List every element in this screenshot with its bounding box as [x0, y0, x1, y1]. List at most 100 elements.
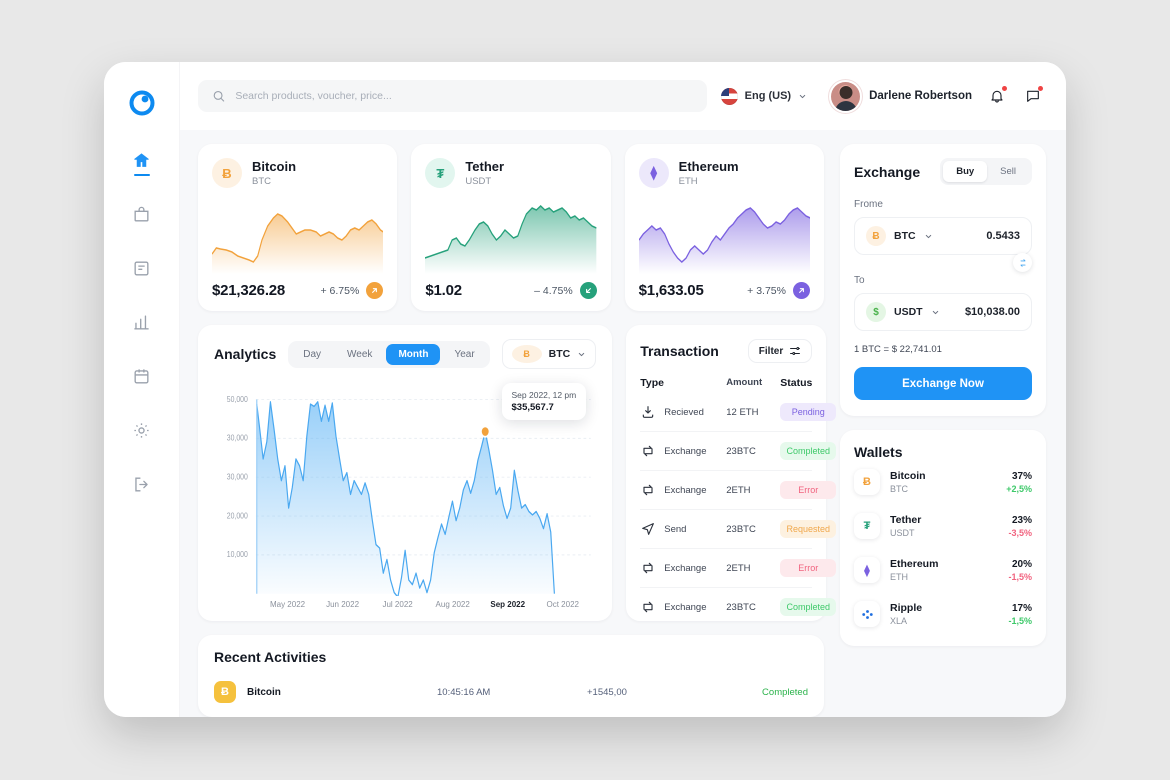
swap-row [854, 253, 1032, 272]
x-tick: Aug 2022 [435, 600, 470, 609]
analytics-chart[interactable]: 50,000 30,000 30,000 20,000 10,000 Sep 2… [214, 379, 596, 596]
tx-amount: 23BTC [726, 445, 756, 457]
crypto-card-header: Ƀ Bitcoin BTC [212, 158, 383, 188]
analytics-coin-dropdown[interactable]: Ƀ BTC [501, 339, 597, 369]
status-badge: Completed [780, 598, 837, 616]
tether-icon: ₮ [854, 513, 880, 539]
svg-text:50,000: 50,000 [227, 394, 249, 404]
table-row[interactable]: Exchange 2ETH Error [640, 470, 837, 509]
to-currency: USDT [894, 306, 923, 318]
chart-tooltip: Sep 2022, 12 pm $35,567.7 [501, 383, 587, 420]
ethereum-icon: ⧫ [854, 557, 880, 583]
status-badge: Error [780, 559, 837, 577]
status-badge: Completed [780, 442, 837, 460]
trend-down-icon [579, 282, 597, 299]
sidebar-item-settings[interactable] [120, 410, 164, 450]
filter-button[interactable]: Filter [747, 339, 813, 363]
wallet-change: +2,5% [1006, 483, 1032, 494]
sidebar-item-logout[interactable] [120, 464, 164, 504]
crypto-card-ethereum[interactable]: ⧫ Ethereum ETH $1,633.05 + 3.75% [624, 144, 824, 311]
table-row[interactable]: Send 23BTC Requested [640, 509, 837, 548]
wallet-percent: 23% [1011, 514, 1032, 526]
x-tick: Jun 2022 [326, 600, 360, 609]
chevron-down-icon [799, 94, 806, 98]
app-logo[interactable] [129, 90, 155, 116]
sparkline-tether [425, 196, 597, 274]
table-row[interactable]: Exchange 23BTC Completed [640, 587, 837, 626]
table-row[interactable]: Exchange 23BTC Completed [640, 431, 837, 470]
tx-amount: 23BTC [726, 523, 756, 535]
x-tick: Jul 2022 [382, 600, 413, 609]
list-item[interactable]: Ƀ Bitcoin BTC 37% +2,5% [854, 460, 1032, 504]
crypto-card-footer: $21,326.28 + 6.75% [212, 282, 384, 299]
sidebar [104, 62, 180, 717]
left-column: Ƀ Bitcoin BTC $21,326.28 + 6.75% ₮ Tethe… [198, 144, 837, 717]
notifications-button[interactable] [986, 85, 1008, 107]
wallet-name: Bitcoin [890, 470, 926, 482]
bitcoin-icon: Ƀ [511, 345, 542, 363]
app-window: Eng (US) Darlene Robertson [104, 62, 1066, 717]
crypto-card-bitcoin[interactable]: Ƀ Bitcoin BTC $21,326.28 + 6.75% [198, 144, 398, 311]
exchange-icon [643, 484, 653, 496]
to-currency-row[interactable]: $ USDT $10,038.00 [854, 293, 1032, 331]
messages-button[interactable] [1022, 85, 1044, 107]
from-currency: BTC [894, 230, 916, 242]
crypto-card-footer: $1,633.05 + 3.75% [639, 282, 810, 299]
transaction-rows: Recieved 12 ETH Pending Exchange 23BTC C… [640, 393, 837, 626]
sliders-icon [790, 347, 801, 355]
selected-coin-label: BTC [548, 348, 571, 360]
coin-symbol: USDT [465, 176, 492, 188]
transaction-header: Transaction Filter [640, 339, 813, 363]
from-amount: 0.5433 [986, 230, 1020, 242]
transaction-columns: Type Amount Status [640, 377, 812, 389]
sidebar-item-shop[interactable] [120, 194, 164, 234]
coin-change: + 3.75% [747, 282, 810, 299]
tab-week[interactable]: Week [335, 344, 384, 365]
exchange-panel: Exchange Buy Sell Frome Ƀ BTC 0.5433 To … [840, 144, 1046, 416]
coin-change: – 4.75% [534, 282, 597, 299]
crypto-card-tether[interactable]: ₮ Tether USDT $1.02 – 4.75% [411, 144, 611, 311]
list-item[interactable]: ₮ Tether USDT 23% -3,5% [854, 504, 1032, 548]
buy-tab[interactable]: Buy [943, 161, 988, 182]
trend-up-icon [792, 282, 810, 299]
sidebar-item-home[interactable] [120, 140, 164, 180]
wallet-symbol: BTC [890, 484, 908, 494]
wallet-name: Ripple [890, 602, 923, 614]
search-bar[interactable] [198, 80, 707, 112]
coin-name: Ethereum [678, 158, 739, 174]
table-row[interactable]: Recieved 12 ETH Pending [640, 393, 837, 431]
coin-name: Tether [465, 158, 505, 174]
exchange-icon [643, 601, 653, 613]
user-profile[interactable]: Darlene Robertson [831, 81, 972, 111]
chart-x-axis: May 2022 Jun 2022 Jul 2022 Aug 2022 Sep … [214, 596, 596, 611]
list-item[interactable]: ⧫ Ethereum ETH 20% -1,5% [854, 548, 1032, 592]
tab-day[interactable]: Day [291, 344, 333, 365]
tab-month[interactable]: Month [386, 343, 441, 365]
sidebar-item-calendar[interactable] [120, 356, 164, 396]
sidebar-item-notes[interactable] [120, 248, 164, 288]
tab-year[interactable]: Year [442, 344, 486, 365]
list-item[interactable]: Ƀ Bitcoin 10:45:16 AM +1545,00 Completed [214, 681, 808, 703]
wallet-percent: 37% [1011, 470, 1032, 482]
table-row[interactable]: Exchange 2ETH Error [640, 548, 837, 587]
exchange-now-button[interactable]: Exchange Now [854, 367, 1032, 400]
sidebar-item-statistics[interactable] [120, 302, 164, 342]
recent-activities-title: Recent Activities [214, 649, 327, 665]
tx-amount: 2ETH [726, 562, 751, 574]
exchange-rate: 1 BTC = $ 22,741.01 [854, 344, 942, 355]
list-item[interactable]: Ripple XLA 17% -1,5% [854, 592, 1032, 636]
language-selector[interactable]: Eng (US) [720, 87, 807, 105]
coin-price: $21,326.28 [212, 282, 286, 299]
right-column: Exchange Buy Sell Frome Ƀ BTC 0.5433 To … [840, 144, 1046, 717]
dollar-icon: $ [866, 302, 886, 322]
swap-button[interactable] [1013, 253, 1032, 272]
status-badge: Requested [780, 520, 837, 538]
from-currency-row[interactable]: Ƀ BTC 0.5433 [854, 217, 1032, 255]
bitcoin-icon: Ƀ [866, 226, 886, 246]
search-input[interactable] [235, 90, 693, 102]
x-tick-active: Sep 2022 [490, 600, 526, 609]
sell-tab[interactable]: Sell [987, 161, 1029, 182]
language-label: Eng (US) [744, 90, 792, 102]
activity-name: Bitcoin [247, 686, 281, 698]
notification-badge [1002, 86, 1007, 91]
